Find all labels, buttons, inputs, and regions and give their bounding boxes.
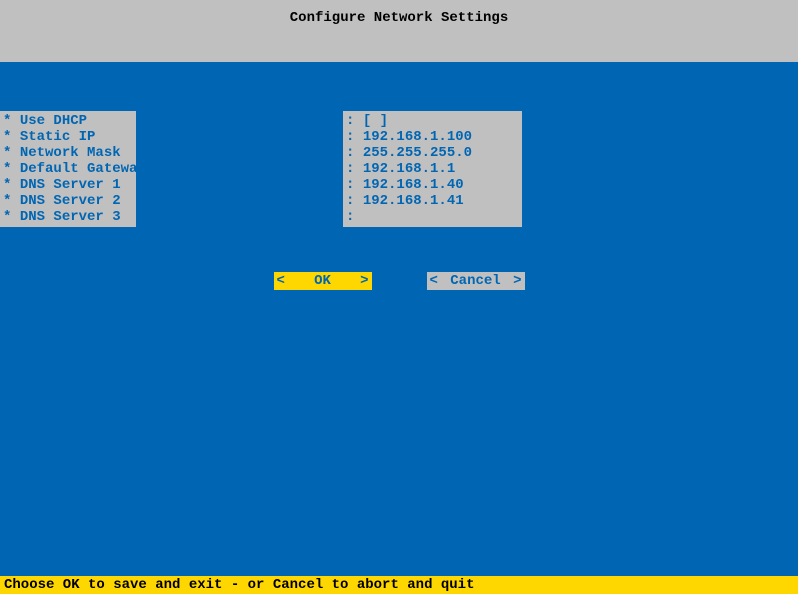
value-static-ip[interactable]: : 192.168.1.100 xyxy=(346,129,519,145)
value-network-mask[interactable]: : 255.255.255.0 xyxy=(346,145,519,161)
footer-text: Choose OK to save and exit - or Cancel t… xyxy=(4,577,474,593)
bracket-right-icon: > xyxy=(360,273,368,289)
page-title: Configure Network Settings xyxy=(290,10,508,26)
footer-bar: Choose OK to save and exit - or Cancel t… xyxy=(0,576,798,594)
button-row: < OK > < Cancel > xyxy=(0,272,798,290)
label-use-dhcp: * Use DHCP xyxy=(3,113,133,129)
labels-panel: * Use DHCP * Static IP * Network Mask * … xyxy=(0,111,136,227)
label-default-gateway: * Default Gateway xyxy=(3,161,133,177)
ok-button[interactable]: < OK > xyxy=(274,272,372,290)
value-default-gateway[interactable]: : 192.168.1.1 xyxy=(346,161,519,177)
ok-button-label: OK xyxy=(285,273,360,289)
label-dns-server-2: * DNS Server 2 xyxy=(3,193,133,209)
bracket-left-icon: < xyxy=(430,273,438,289)
main-area: * Use DHCP * Static IP * Network Mask * … xyxy=(0,62,798,576)
cancel-button-label: Cancel xyxy=(438,273,513,289)
label-dns-server-3: * DNS Server 3 xyxy=(3,209,133,225)
value-dns-server-1[interactable]: : 192.168.1.40 xyxy=(346,177,519,193)
cancel-button[interactable]: < Cancel > xyxy=(427,272,525,290)
value-dns-server-3[interactable]: : xyxy=(346,209,519,225)
label-static-ip: * Static IP xyxy=(3,129,133,145)
label-network-mask: * Network Mask xyxy=(3,145,133,161)
values-panel: : [ ] : 192.168.1.100 : 255.255.255.0 : … xyxy=(343,111,522,227)
value-use-dhcp[interactable]: : [ ] xyxy=(346,113,519,129)
bracket-left-icon: < xyxy=(277,273,285,289)
header-bar: Configure Network Settings xyxy=(0,0,798,62)
label-dns-server-1: * DNS Server 1 xyxy=(3,177,133,193)
value-dns-server-2[interactable]: : 192.168.1.41 xyxy=(346,193,519,209)
bracket-right-icon: > xyxy=(513,273,521,289)
